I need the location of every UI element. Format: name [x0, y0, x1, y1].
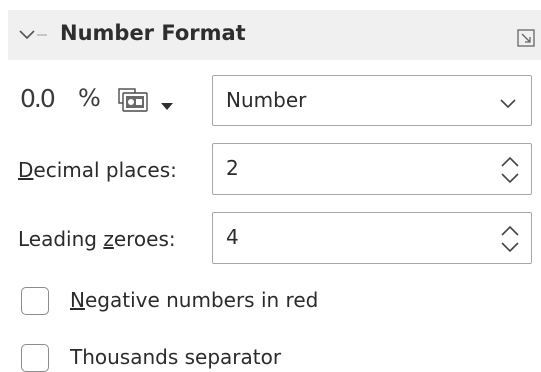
number-category-select[interactable]: Number: [212, 75, 532, 126]
currency-dropdown-icon[interactable]: [161, 96, 173, 115]
negative-red-checkbox[interactable]: [21, 287, 49, 315]
decimal-places-label: Decimal places:: [18, 158, 177, 182]
number-category-value: Number: [226, 88, 307, 112]
spin-arrows-icon[interactable]: [499, 155, 521, 189]
leading-zeroes-input[interactable]: 4: [212, 212, 532, 264]
currency-icon[interactable]: [118, 88, 148, 116]
thousands-separator-label[interactable]: Thousands separator: [70, 345, 281, 369]
spin-arrows-icon[interactable]: [499, 224, 521, 258]
more-options-icon[interactable]: [517, 29, 535, 51]
decimal-format-button[interactable]: 0.0: [20, 84, 56, 113]
negative-red-label[interactable]: Negative numbers in red: [70, 288, 318, 312]
thousands-separator-checkbox[interactable]: [21, 344, 49, 372]
chevron-down-icon[interactable]: [18, 27, 48, 46]
number-format-panel: Number Format 0.0 % Number Decimal place…: [0, 0, 541, 372]
decimal-places-value: 2: [226, 156, 239, 180]
leading-zeroes-value: 4: [226, 225, 239, 249]
decimal-places-input[interactable]: 2: [212, 143, 532, 195]
panel-header[interactable]: Number Format: [8, 10, 541, 60]
panel-title: Number Format: [60, 21, 246, 45]
leading-zeroes-label: Leading zeroes:: [18, 227, 176, 251]
percent-format-button[interactable]: %: [78, 84, 101, 112]
chevron-down-icon: [499, 95, 517, 114]
